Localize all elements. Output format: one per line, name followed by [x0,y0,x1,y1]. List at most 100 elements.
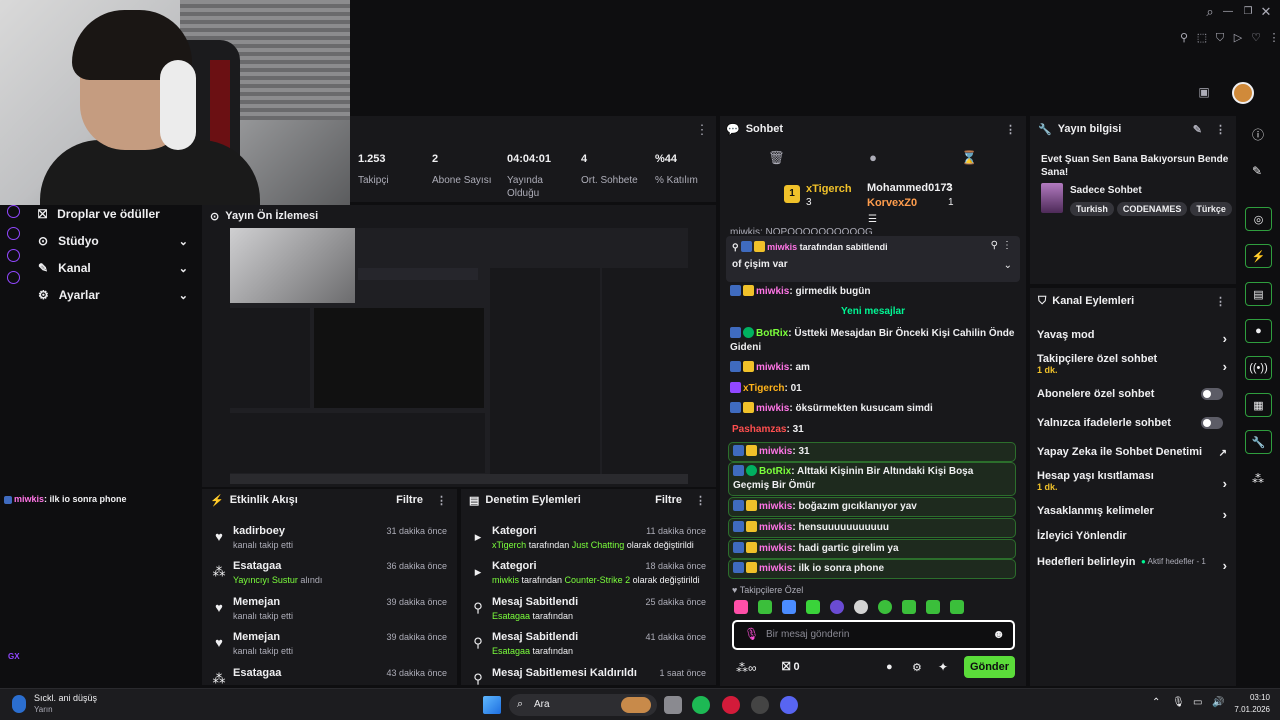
gear-icon[interactable]: ⚙ [912,661,922,674]
list-item[interactable]: ♥ Memejan 39 dakika önce kanalı takip etti [202,631,457,665]
chat-message[interactable]: xTigerch: 01 [730,382,1022,396]
chevron-down-icon[interactable]: ⌄ [1004,260,1012,271]
send-button[interactable]: Gönder [964,656,1015,678]
more-options-icon[interactable]: ⋮ [436,494,447,507]
camera-button[interactable]: ◎ [1245,207,1272,231]
display-icon[interactable]: ▭ [1193,697,1202,708]
steam-icon[interactable] [751,696,769,714]
list-item[interactable]: ⚲ Mesaj Sabitlendi 41 dakika önce Esatagaa … [461,631,716,665]
emote[interactable] [734,600,748,614]
close-icon[interactable]: ✕ [1258,4,1274,20]
emotes-only-chat[interactable]: Yalnızca ifadelerle sohbet [1037,417,1229,429]
puzzle-icon[interactable]: ✦ [938,660,948,674]
nav-studio[interactable]: ⊙ Stüdyo ⌄ [38,231,188,251]
leader-name[interactable]: Mohammed0173 [867,182,953,194]
wrench-button[interactable]: 🔧 [1245,430,1272,454]
tag[interactable]: CODENAMES [1116,202,1188,216]
broadcast-button[interactable]: ((•)) [1245,356,1272,380]
list-item[interactable]: ▸ Kategori 18 dakika önce miwkis tarafından… [461,560,716,594]
discord-icon[interactable] [780,696,798,714]
list-item[interactable]: ♥ kadirboey 31 dakika önce kanalı takip ett… [202,525,457,559]
layout-button[interactable]: ▦ [1245,393,1272,417]
bolt-button[interactable]: ⚡ [1245,244,1272,268]
nav-channel[interactable]: ✎ Kanal ⌄ [38,258,188,278]
file-explorer-icon[interactable] [664,696,682,714]
pin-icon[interactable]: ⚲ [991,240,998,251]
leader-name[interactable]: xTigerch [806,183,852,195]
more-options-icon[interactable]: ⋮ [1215,295,1226,308]
tag[interactable]: Turkish [1070,202,1114,216]
chevron-up-icon[interactable]: ⌃ [1152,697,1160,708]
chat-message[interactable]: BotRix: Üstteki Mesajdan Bir Önceki Kişi… [730,327,1022,355]
rail-icon-4[interactable] [7,271,20,284]
emote[interactable] [878,600,892,614]
more-options-icon[interactable]: ⋮ [1215,123,1226,136]
emote[interactable] [902,600,916,614]
restore-icon[interactable]: ❐ [1240,4,1256,20]
emote[interactable] [806,600,820,614]
chat-message-highlighted[interactable]: miwkis: boğazım gıcıklanıyor yav [728,497,1016,517]
chat-message-highlighted[interactable]: miwkis: 31 [728,442,1016,462]
play-icon[interactable]: ▷ [1230,30,1246,46]
clock-time[interactable]: 03:10 [1236,693,1270,702]
tag[interactable]: Türkçe [1190,202,1232,216]
list-item[interactable]: ⚲ Mesaj Sabitlendi 25 dakika önce Esatagaa … [461,596,716,630]
emote[interactable] [854,600,868,614]
emoji-icon[interactable]: ☻ [992,627,1005,641]
document-button[interactable]: ▤ [1245,282,1272,306]
list-item[interactable]: ⚲ Mesaj Sabitlemesi Kaldırıldı 1 saat önce [461,667,716,686]
emote[interactable] [830,600,844,614]
spotify-icon[interactable] [692,696,710,714]
windows-start-icon[interactable] [483,696,501,714]
clock-date[interactable]: 7.01.2026 [1224,705,1270,714]
weather-icon[interactable] [12,695,26,713]
chat-message-highlighted[interactable]: miwkis: ilk io sonra phone [728,559,1016,579]
search-icon[interactable]: ⌕ [1202,4,1218,20]
subs-only-toggle[interactable] [1201,388,1223,400]
minimize-icon[interactable]: — [1220,4,1236,20]
followers-only-chat[interactable]: Takipçilere özel sohbet 1 dk. › [1037,353,1229,375]
emotes-only-toggle[interactable] [1201,417,1223,429]
chat-message-highlighted[interactable]: miwkis: hensuuuuuuuuuuu [728,518,1016,538]
taskbar-search[interactable]: ⌕ Ara [509,694,657,716]
chat-button[interactable]: ● [1245,319,1272,343]
chat-message-highlighted[interactable]: miwkis: hadi gartic girelim ya [728,539,1016,559]
filter-button[interactable]: Filtre [655,494,682,506]
account-age-restriction[interactable]: Hesap yaşı kısıtlaması 1 dk. › [1037,470,1229,492]
chat-message[interactable]: Pashamzas: 31 [732,423,1024,437]
screenshot-icon[interactable]: ⬚ [1194,30,1210,46]
points-display[interactable]: ⛝ 0 [782,661,800,674]
chat-message[interactable]: miwkis: am [730,361,1022,375]
chat-message[interactable]: miwkis: girmedik bugün [730,285,1022,299]
rail-icon-2[interactable] [7,227,20,240]
gamepad-icon[interactable]: ▣ [1196,84,1212,100]
emote[interactable] [758,600,772,614]
list-item[interactable]: ♥ Memejan 39 dakika önce kanalı takip etti [202,596,457,630]
emote[interactable] [926,600,940,614]
rail-icon-3[interactable] [7,249,20,262]
list-item[interactable]: ⁂ Esatagaa 36 dakika önce Yayıncıyı Sustur … [202,560,457,594]
avatar[interactable] [1232,82,1254,104]
rail-icon-1[interactable] [7,205,20,218]
opera-gx-icon[interactable] [722,696,740,714]
info-icon[interactable]: ⓘ [1252,126,1264,143]
chat-bubble-icon[interactable]: ● [886,661,893,673]
more-options-icon[interactable]: ⋮ [1002,240,1012,251]
viewer-redirect[interactable]: İzleyici Yönlendir [1037,530,1229,542]
puzzle-icon[interactable]: ⁂ [1252,472,1264,486]
chat-bubble-icon[interactable]: ● [865,150,881,166]
shield-icon[interactable]: ⛉ [1212,30,1228,46]
ai-moderation[interactable]: Yapay Zeka ile Sohbet Denetimi ↗ [1037,446,1229,459]
edit-icon[interactable]: ✎ [1193,123,1202,136]
emote[interactable] [950,600,964,614]
menu-icon[interactable]: ⋮ [1266,30,1280,46]
edit-icon[interactable]: ✎ [1252,164,1262,178]
slow-mode[interactable]: Yavaş mod › [1037,329,1229,346]
nav-drops[interactable]: ⛝ Droplar ve ödüller [38,204,188,224]
pinned-message[interactable]: ⚲ miwkis tarafından sabitlendi of çişim … [726,236,1020,282]
chat-message[interactable]: miwkis: öksürmekten kusucam simdi [730,402,1022,416]
more-options-icon[interactable]: ⋮ [1005,123,1016,136]
filter-icon[interactable]: ☰ [868,214,877,225]
mic-icon[interactable]: 🎙 [1172,697,1185,708]
filter-button[interactable]: Filtre [396,494,423,506]
